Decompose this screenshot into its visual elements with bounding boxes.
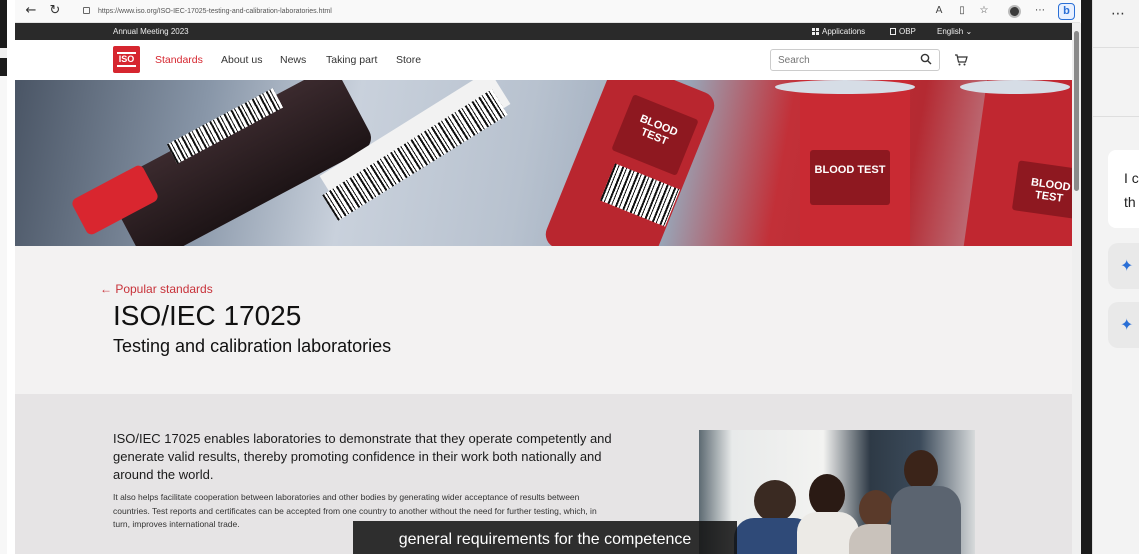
person-head-image — [809, 474, 845, 516]
url-text: https://www.iso.org/ISO-IEC-17025-testin… — [98, 8, 332, 15]
top-utility-bar: Annual Meeting 2023 Applications OBP Eng… — [15, 23, 1072, 40]
window-left-edge — [0, 0, 7, 554]
video-caption: general requirements for the competence — [353, 521, 737, 554]
iso-page: Annual Meeting 2023 Applications OBP Eng… — [15, 23, 1072, 554]
page-title: ISO/IEC 17025 — [113, 300, 302, 331]
annual-meeting-link[interactable]: Annual Meeting 2023 — [113, 27, 189, 36]
search-icon[interactable] — [920, 53, 932, 65]
person-head-image — [754, 480, 796, 522]
search-input[interactable] — [771, 50, 911, 70]
tube-image — [961, 80, 1072, 246]
popular-standards-link[interactable]: ← Popular standards — [100, 282, 213, 296]
browser-address-bar: ← ↻ https://www.iso.org/ISO-IEC-17025-te… — [15, 0, 1080, 23]
browser-sidebar: ⋯ I c th ✦ ✦ — [1092, 0, 1139, 554]
applications-link[interactable]: Applications — [812, 27, 865, 36]
nav-news[interactable]: News — [280, 54, 306, 66]
blood-test-label: BLOOD TEST — [1011, 160, 1072, 220]
edge-strip — [0, 48, 7, 58]
nav-about-us[interactable]: About us — [221, 54, 262, 66]
more-options-icon[interactable]: ⋯ — [1033, 4, 1047, 18]
tube-rim-image — [960, 80, 1070, 94]
divider — [1093, 116, 1139, 117]
lock-icon — [83, 7, 90, 14]
page-subtitle: Testing and calibration laboratories — [113, 336, 392, 356]
blood-test-label: BLOOD TEST — [810, 150, 890, 205]
lead-paragraph: ISO/IEC 17025 enables laboratories to de… — [113, 431, 612, 482]
profile-avatar[interactable] — [1008, 5, 1021, 18]
back-icon[interactable]: ← — [23, 3, 39, 19]
read-aloud-icon[interactable]: A — [932, 4, 946, 18]
refresh-icon[interactable]: ↻ — [47, 3, 63, 19]
sparkle-icon[interactable]: ✦ — [1108, 302, 1139, 348]
tube-rim-image — [775, 80, 915, 94]
person-head-image — [859, 490, 893, 528]
sparkle-icon[interactable]: ✦ — [1108, 243, 1139, 289]
person-body-image — [891, 486, 961, 554]
grid-icon — [812, 28, 819, 35]
favorite-star-icon[interactable]: ☆ — [977, 4, 991, 18]
team-photo — [699, 430, 975, 554]
scrollbar-thumb[interactable] — [1074, 31, 1079, 191]
cart-icon[interactable] — [954, 53, 968, 67]
obp-link[interactable]: OBP — [890, 27, 916, 36]
more-icon[interactable]: ⋯ — [1111, 6, 1126, 22]
language-selector[interactable]: English ⌄ — [937, 27, 972, 36]
page-scrollbar[interactable] — [1072, 23, 1081, 554]
window-divider — [1081, 0, 1092, 554]
edge-panel — [0, 76, 7, 554]
bing-copilot-icon[interactable]: b — [1058, 3, 1075, 20]
search-box — [770, 49, 940, 71]
hero-image: BLOOD TEST BLOOD TEST BLOOD TEST — [15, 80, 1072, 246]
nav-store[interactable]: Store — [396, 54, 421, 66]
document-icon — [890, 28, 896, 35]
divider — [1093, 47, 1139, 48]
reader-view-icon[interactable]: ▯ — [955, 4, 969, 18]
main-navigation: ISO Standards About us News Taking part … — [15, 40, 1072, 80]
nav-taking-part[interactable]: Taking part — [326, 54, 377, 66]
url-field[interactable]: https://www.iso.org/ISO-IEC-17025-testin… — [83, 4, 723, 19]
person-head-image — [904, 450, 938, 490]
iso-logo[interactable]: ISO — [113, 46, 140, 73]
chat-message-card: I c th — [1108, 150, 1139, 228]
nav-standards[interactable]: Standards — [155, 54, 203, 66]
